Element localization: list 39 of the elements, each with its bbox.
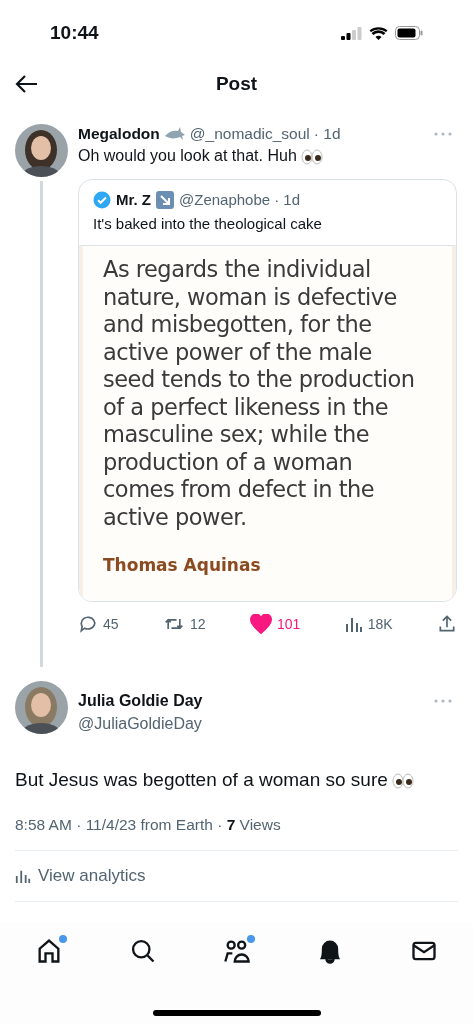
quoted-post-text: It's baked into the theological cake <box>92 214 323 234</box>
eyes-icon <box>391 773 414 789</box>
page-title: Post <box>215 71 258 96</box>
wifi-icon <box>369 26 388 40</box>
repost-button[interactable]: 12 <box>162 613 206 635</box>
author-name[interactable]: Megalodon <box>78 124 160 144</box>
quoted-post[interactable] <box>78 179 457 602</box>
heart-icon <box>249 614 272 634</box>
quoted-post-time: · 1d <box>274 190 300 210</box>
post-time: · 1d <box>313 124 341 144</box>
post-meta: 8:58 AM · 11/4/23 from Earth · 7 Views <box>15 813 458 852</box>
post-text: But Jesus was begotten of a woman so sure <box>0 767 473 793</box>
shark-icon <box>163 127 186 141</box>
view-analytics-link[interactable]: View analytics <box>38 863 146 889</box>
reply-icon <box>78 614 98 634</box>
eyes-icon <box>300 148 323 165</box>
views-button[interactable]: 18K <box>344 613 393 635</box>
share-button[interactable] <box>437 614 457 634</box>
avatar[interactable] <box>15 124 68 177</box>
bar-chart-icon <box>15 868 31 884</box>
quoted-author-handle: @Zenaphobe <box>179 190 271 210</box>
arrow-box-icon <box>156 191 174 209</box>
signal-icon <box>341 26 362 40</box>
reply-button[interactable]: 45 <box>78 613 119 635</box>
post-text: Oh would you look at that. Huh <box>78 145 458 167</box>
author-handle[interactable]: @JuliaGoldieDay <box>78 713 458 735</box>
share-icon <box>437 614 457 634</box>
quote-image[interactable] <box>79 245 456 601</box>
like-button[interactable]: 101 <box>249 613 301 635</box>
quote-image-text: As regards the individual nature, woman is defective and misbegotten, for the active power of the male seed tends to the production of a perfect likeness in the masculine sex; while the production of a woman comes from defect in the active power. <box>103 256 416 531</box>
quote-image-author: Thomas Aquinas <box>103 554 262 577</box>
author-name[interactable]: Julia Goldie Day <box>78 689 203 713</box>
status-time: 10:44 <box>50 20 99 45</box>
author-handle[interactable]: @_nomadic_soul <box>189 124 310 144</box>
quoted-author-name: Mr. Z <box>116 190 151 210</box>
back-arrow-icon[interactable] <box>14 74 38 94</box>
bar-chart-icon <box>344 615 363 633</box>
avatar[interactable] <box>15 681 68 734</box>
battery-icon <box>395 26 423 40</box>
